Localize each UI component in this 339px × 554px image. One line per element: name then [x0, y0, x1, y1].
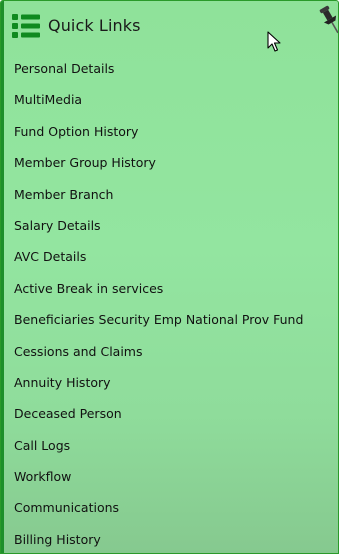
link-avc-details[interactable]: AVC Details [1, 241, 338, 272]
link-cessions-and-claims[interactable]: Cessions and Claims [1, 336, 338, 367]
link-member-branch[interactable]: Member Branch [1, 179, 338, 210]
link-communications[interactable]: Communications [1, 492, 338, 523]
link-personal-details[interactable]: Personal Details [1, 53, 338, 84]
link-deceased-person[interactable]: Deceased Person [1, 398, 338, 429]
link-active-break-in-services[interactable]: Active Break in services [1, 273, 338, 304]
link-workflow[interactable]: Workflow [1, 461, 338, 492]
quick-links-list: Personal Details MultiMedia Fund Option … [1, 53, 338, 553]
link-salary-details[interactable]: Salary Details [1, 210, 338, 241]
link-annuity-history[interactable]: Annuity History [1, 367, 338, 398]
panel-header: Quick Links [1, 1, 338, 53]
link-multimedia[interactable]: MultiMedia [1, 84, 338, 115]
link-fund-option-history[interactable]: Fund Option History [1, 116, 338, 147]
link-call-logs[interactable]: Call Logs [1, 430, 338, 461]
link-billing-history[interactable]: Billing History [1, 524, 338, 553]
quick-links-panel: Quick Links Personal Details MultiMedia … [0, 0, 339, 554]
link-beneficiaries[interactable]: Beneficiaries Security Emp National Prov… [1, 304, 338, 335]
list-icon [12, 14, 40, 38]
link-member-group-history[interactable]: Member Group History [1, 147, 338, 178]
panel-title: Quick Links [48, 16, 141, 35]
pushpin-icon[interactable] [319, 5, 339, 35]
mouse-cursor-icon [267, 31, 281, 52]
